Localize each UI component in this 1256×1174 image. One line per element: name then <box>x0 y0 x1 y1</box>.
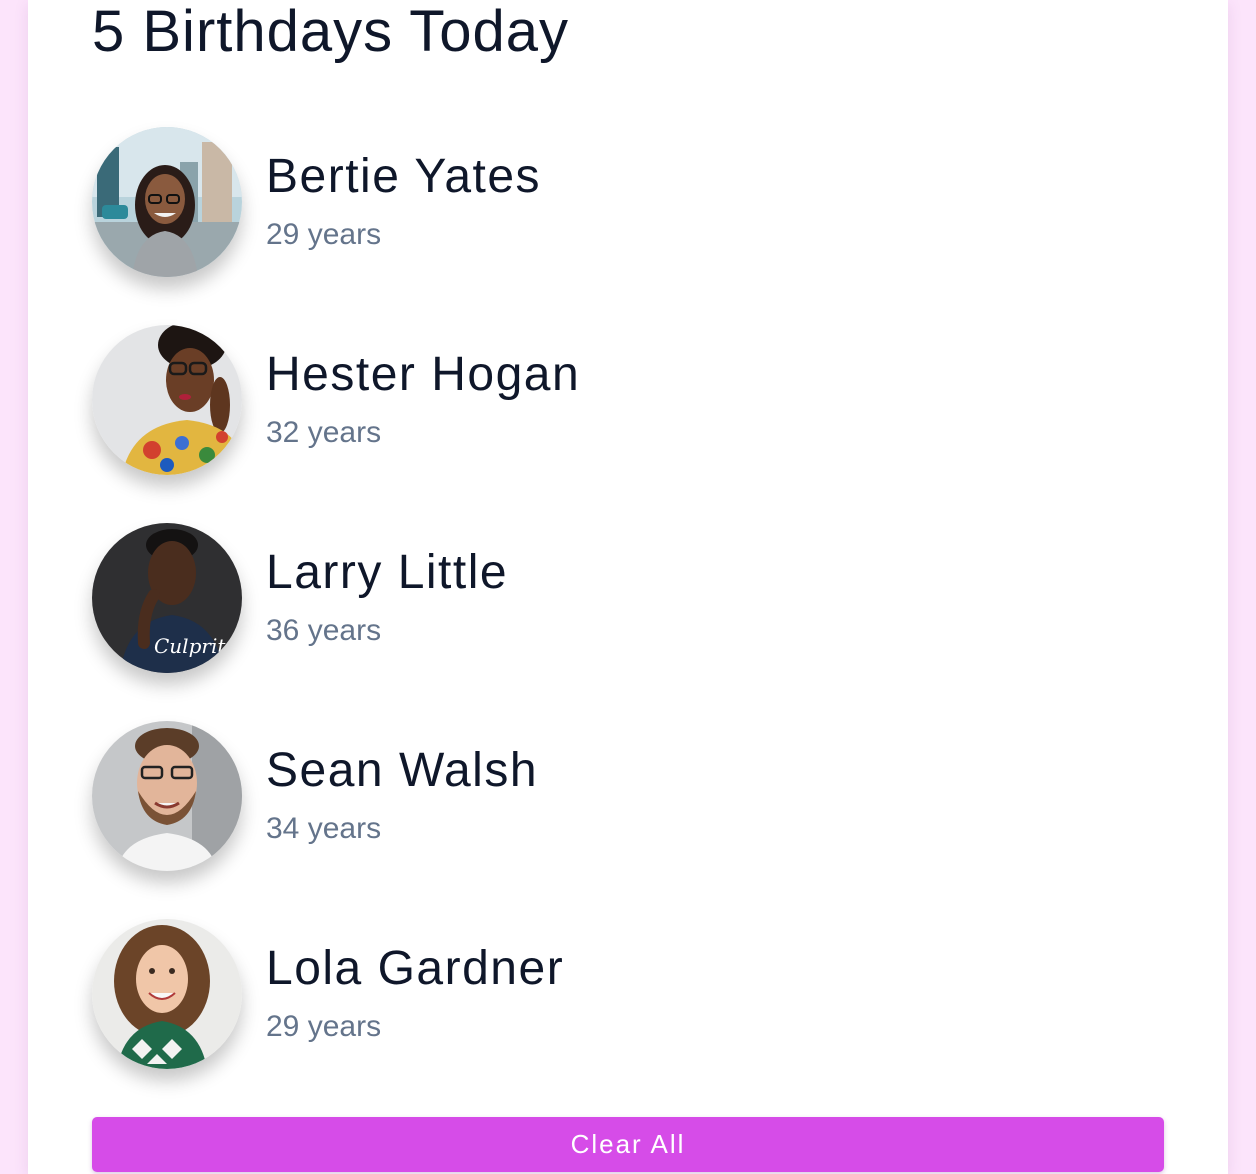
person-item: Culprit Larry Little 36 years <box>92 523 1164 673</box>
page-title: 5 Birthdays Today <box>92 0 569 64</box>
person-item: Bertie Yates 29 years <box>92 127 1164 277</box>
person-name: Hester Hogan <box>266 348 581 401</box>
birthday-card: 5 Birthdays Today Bertie Yates 29 years <box>28 0 1228 1174</box>
clear-all-button[interactable]: Clear All <box>92 1117 1164 1172</box>
person-age: 29 years <box>266 218 382 251</box>
person-age: 34 years <box>266 812 382 845</box>
avatar <box>92 721 242 871</box>
person-item: Lola Gardner 29 years <box>92 919 1164 1069</box>
person-name: Lola Gardner <box>266 942 565 995</box>
svg-text:Culprit: Culprit <box>154 634 226 658</box>
person-name: Sean Walsh <box>266 744 539 797</box>
avatar <box>92 919 242 1069</box>
avatar: Culprit <box>92 523 242 673</box>
person-item: Hester Hogan 32 years <box>92 325 1164 475</box>
person-name: Bertie Yates <box>266 150 542 203</box>
avatar <box>92 325 242 475</box>
person-item: Sean Walsh 34 years <box>92 721 1164 871</box>
person-name: Larry Little <box>266 546 509 599</box>
person-age: 29 years <box>266 1010 382 1043</box>
avatar <box>92 127 242 277</box>
person-age: 36 years <box>266 614 382 647</box>
person-age: 32 years <box>266 416 382 449</box>
